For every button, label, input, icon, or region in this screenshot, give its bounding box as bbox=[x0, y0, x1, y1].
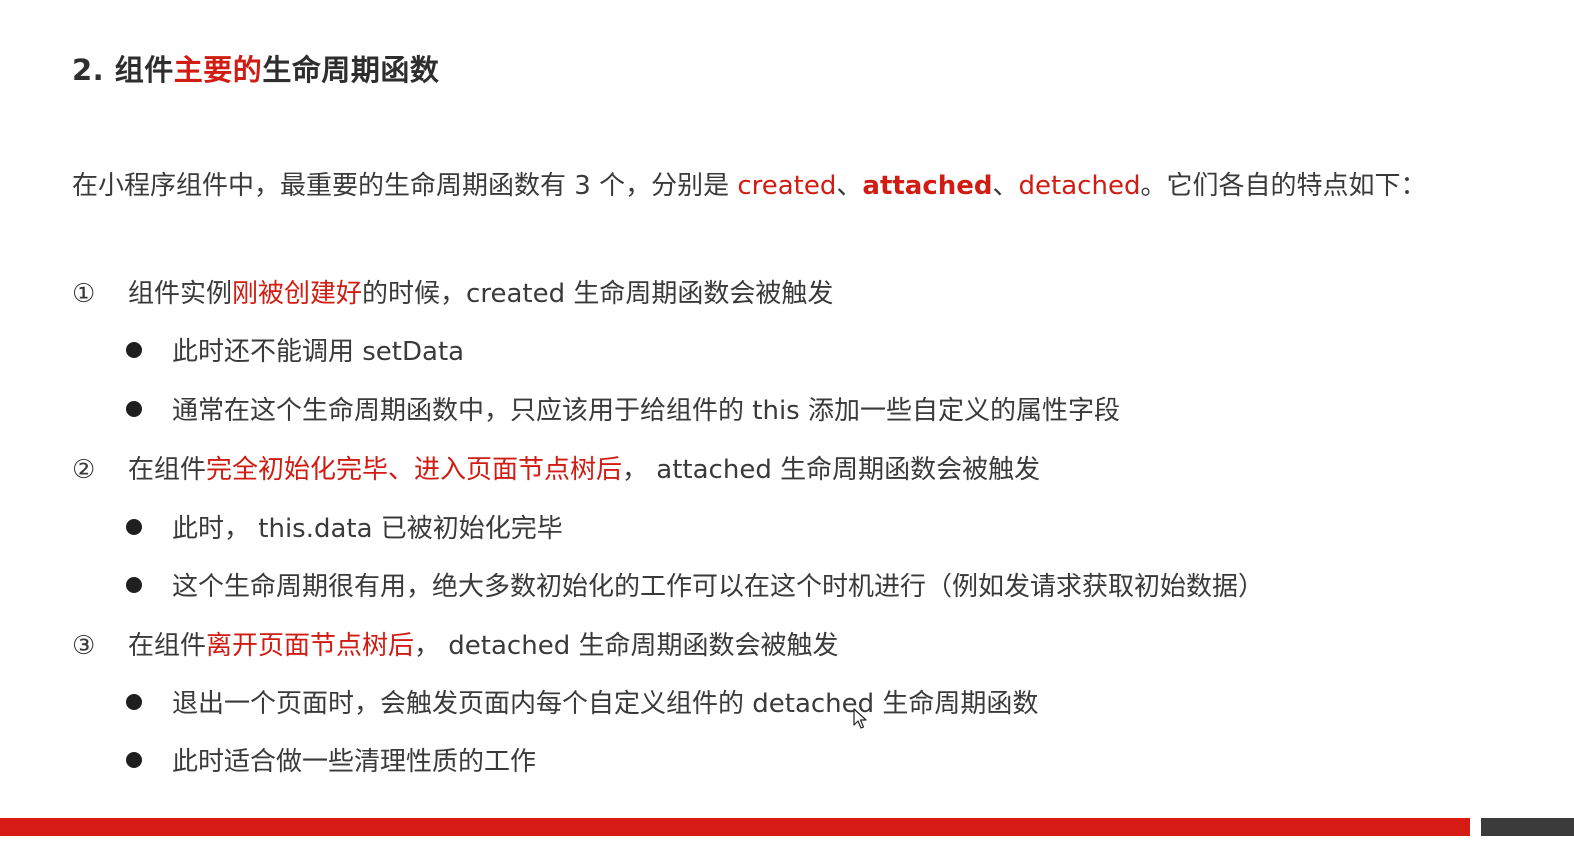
page-title: 2. 组件主要的生命周期函数 bbox=[72, 47, 439, 89]
title-prefix: 2. 组件 bbox=[72, 53, 174, 87]
item-text-pre: 在组件 bbox=[128, 631, 207, 661]
item-number: ① bbox=[72, 279, 96, 309]
title-highlight: 主要的 bbox=[173, 53, 263, 87]
intro-sep-2: 、 bbox=[992, 171, 1019, 201]
bullet-dot-icon bbox=[126, 576, 142, 593]
item-number: ② bbox=[72, 455, 96, 485]
title-suffix: 生命周期函数 bbox=[262, 53, 440, 87]
bullet-text: 这个生命周期很有用，绝大多数初始化的工作可以在这个时机进行（例如发请求获取初始数… bbox=[172, 572, 1265, 602]
bullet-item: 通常在这个生命周期函数中，只应该用于给组件的 this 添加一些自定义的属性字段 bbox=[126, 391, 1120, 431]
item-text-post: 的时候，created 生命周期函数会被触发 bbox=[362, 279, 834, 309]
intro-attached: attached bbox=[862, 171, 993, 201]
bullet-dot-icon bbox=[126, 693, 142, 710]
intro-sep-1: 、 bbox=[836, 171, 863, 201]
item-text-post: ， detached 生命周期函数会被触发 bbox=[414, 631, 839, 661]
bullet-text: 此时还不能调用 setData bbox=[172, 337, 465, 367]
footer-dark-block bbox=[1481, 818, 1574, 836]
list-item-attached: ② 在组件完全初始化完毕、进入页面节点树后， attached 生命周期函数会被触… bbox=[72, 450, 1040, 490]
bullet-item: 这个生命周期很有用，绝大多数初始化的工作可以在这个时机进行（例如发请求获取初始数… bbox=[126, 567, 1264, 607]
bullet-text: 退出一个页面时，会触发页面内每个自定义组件的 detached 生命周期函数 bbox=[172, 689, 1039, 719]
item-text-post: ， attached 生命周期函数会被触发 bbox=[622, 455, 1041, 485]
bullet-item: 退出一个页面时，会触发页面内每个自定义组件的 detached 生命周期函数 bbox=[126, 684, 1038, 724]
item-text-pre: 在组件 bbox=[128, 455, 207, 485]
list-item-detached: ③ 在组件离开页面节点树后， detached 生命周期函数会被触发 bbox=[72, 626, 838, 666]
item-text-highlight: 完全初始化完毕、进入页面节点树后 bbox=[206, 455, 623, 485]
intro-paragraph: 在小程序组件中，最重要的生命周期函数有 3 个，分别是 created、atta… bbox=[72, 160, 1472, 212]
footer-accent-bar bbox=[0, 818, 1470, 836]
bullet-dot-icon bbox=[126, 341, 142, 358]
bullet-text: 通常在这个生命周期函数中，只应该用于给组件的 this 添加一些自定义的属性字段 bbox=[172, 396, 1120, 426]
item-text-highlight: 离开页面节点树后 bbox=[206, 631, 415, 661]
intro-text-2: 。它们各自的特点如下： bbox=[1140, 171, 1427, 201]
intro-created: created bbox=[737, 171, 837, 201]
bullet-text: 此时适合做一些清理性质的工作 bbox=[172, 747, 537, 777]
item-text-pre: 组件实例 bbox=[128, 279, 233, 309]
item-number: ③ bbox=[72, 631, 96, 661]
bullet-dot-icon bbox=[126, 400, 142, 417]
bullet-dot-icon bbox=[126, 518, 142, 535]
bullet-item: 此时， this.data 已被初始化完毕 bbox=[126, 509, 563, 549]
item-text-highlight: 刚被创建好 bbox=[232, 279, 363, 309]
bullet-item: 此时还不能调用 setData bbox=[126, 332, 464, 372]
bullet-item: 此时适合做一些清理性质的工作 bbox=[126, 742, 536, 782]
intro-detached: detached bbox=[1018, 171, 1141, 201]
list-item-created: ① 组件实例刚被创建好的时候，created 生命周期函数会被触发 bbox=[72, 274, 833, 314]
bullet-dot-icon bbox=[126, 751, 142, 768]
intro-text-1: 在小程序组件中，最重要的生命周期函数有 3 个，分别是 bbox=[72, 171, 738, 201]
bullet-text: 此时， this.data 已被初始化完毕 bbox=[172, 514, 563, 544]
mouse-pointer-icon bbox=[853, 708, 867, 729]
